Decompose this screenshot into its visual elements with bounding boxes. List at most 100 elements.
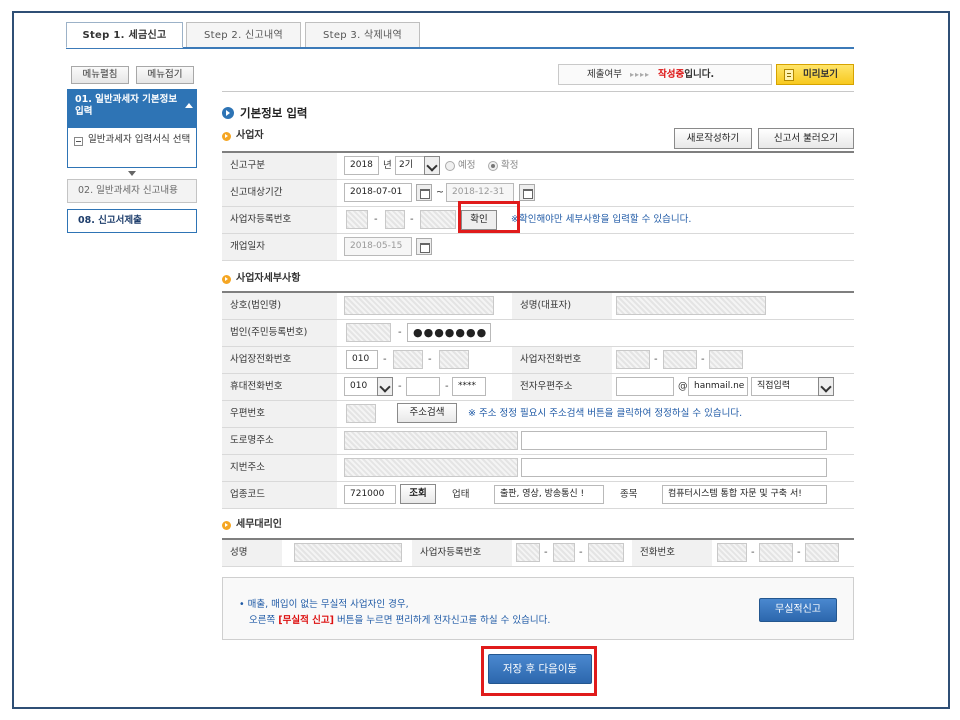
bullet-icon (222, 107, 234, 119)
new-write-button[interactable]: 새로작성하기 (674, 128, 752, 149)
brn-part3-input[interactable] (420, 210, 456, 229)
address-search-button[interactable]: 주소검색 (397, 403, 457, 423)
tab-step3[interactable]: Step 3. 삭제내역 (305, 22, 420, 48)
agent-brn-part3-input[interactable] (588, 543, 624, 562)
section-agent: 세무대리인 (222, 519, 282, 531)
label-agent-brn: 사업자등록번호 (412, 540, 512, 566)
menu-item-submit[interactable]: 08. 신고서제출 (67, 209, 197, 233)
agent-phone-mid-input[interactable] (759, 543, 793, 562)
label-business-type: 업태 (452, 489, 470, 500)
email-at: @ (678, 381, 688, 392)
bullet-icon (222, 521, 231, 530)
highlight-confirm (458, 201, 520, 233)
dash: - (398, 381, 402, 392)
label-lot-address: 지번주소 (222, 455, 337, 481)
tab-underline (66, 47, 854, 49)
agent-brn-part1-input[interactable] (516, 543, 540, 562)
rep-input[interactable] (616, 296, 766, 315)
expand-menu-button[interactable]: 메뉴펼침 (71, 66, 129, 84)
agent-name-input[interactable] (294, 543, 402, 562)
period-select[interactable]: 2기 (395, 156, 425, 175)
brn-part2-input[interactable] (385, 210, 405, 229)
menu-sub-item-label: 일반과세자 입력서식 선택 (88, 134, 191, 145)
chevron-down-icon[interactable] (377, 377, 393, 396)
label-agent-name: 성명 (222, 540, 282, 566)
dash: - (654, 354, 658, 365)
preview-button[interactable]: 미리보기 (776, 64, 854, 85)
dash: - (701, 354, 705, 365)
radio-scheduled[interactable] (445, 161, 455, 171)
label-industry: 업종코드 (222, 482, 337, 508)
row-road-address: 도로명주소 (222, 428, 854, 455)
row-brn: 사업자등록번호 - - 확인 ※확인해야만 세부사항을 입력할 수 있습니다. (222, 207, 854, 234)
email-domain-input[interactable]: hanmail.ne (688, 377, 748, 396)
business-type-input[interactable]: 출판, 영상, 방송통신 ! (494, 485, 604, 504)
bullet-icon (222, 275, 231, 284)
zip-note: ※ 주소 정정 필요시 주소검색 버튼을 클릭하여 정정하실 수 있습니다. (468, 408, 743, 419)
chevron-down-icon[interactable] (818, 377, 834, 396)
arrow-down-icon (128, 171, 136, 176)
year-input[interactable]: 2018 (344, 156, 379, 175)
industry-code-input[interactable]: 721000 (344, 485, 396, 504)
corp-id-part2-input[interactable]: ●●●●●●● (407, 323, 491, 342)
notice-line1: • 매출, 매입이 없는 무실적 사업자인 경우, (239, 599, 409, 610)
no-activity-report-button[interactable]: 무실적신고 (759, 598, 837, 622)
open-date-input[interactable]: 2018-05-15 (344, 237, 412, 256)
corp-id-part1-input[interactable] (346, 323, 391, 342)
menu-item-basic-info[interactable]: 01. 일반과세자 기본정보 입력 (67, 89, 197, 128)
agent-phone-last-input[interactable] (805, 543, 839, 562)
mobile-mid-input[interactable] (406, 377, 440, 396)
collapse-menu-button[interactable]: 메뉴접기 (136, 66, 194, 84)
section-title-text: 기본정보 입력 (240, 106, 308, 120)
mobile-prefix-select[interactable]: 010 (344, 377, 378, 396)
row-lot-address: 지번주소 (222, 455, 854, 482)
dash: - (410, 214, 414, 225)
office-phone-last-input[interactable] (439, 350, 469, 369)
dash: - (374, 214, 378, 225)
date-separator: ~ (436, 187, 444, 198)
label-biz-phone: 사업자전화번호 (512, 347, 612, 373)
label-report-type: 신고구분 (222, 153, 337, 179)
biz-phone-mid-input[interactable] (663, 350, 697, 369)
agent-phone-prefix-input[interactable] (717, 543, 747, 562)
lot-address-input[interactable] (344, 458, 518, 477)
zip-input[interactable] (346, 404, 376, 423)
brn-part1-input[interactable] (346, 210, 368, 229)
office-phone-prefix-input[interactable]: 010 (346, 350, 378, 369)
mobile-last-input[interactable]: **** (452, 377, 486, 396)
agent-table: 성명 사업자등록번호 - - 전화번호 - - (222, 538, 854, 567)
company-input[interactable] (344, 296, 494, 315)
calendar-icon[interactable] (416, 238, 432, 255)
load-report-button[interactable]: 신고서 불러오기 (758, 128, 854, 149)
radio-final[interactable] (488, 161, 498, 171)
notice-line2-pre: 오른쪽 (249, 615, 279, 626)
calendar-icon[interactable] (519, 184, 535, 201)
agent-brn-part2-input[interactable] (553, 543, 575, 562)
biz-phone-last-input[interactable] (709, 350, 743, 369)
item-input[interactable]: 컴퓨터시스템 통합 자문 및 구축 서! (662, 485, 827, 504)
road-address-detail-input[interactable] (521, 431, 827, 450)
lot-address-detail-input[interactable] (521, 458, 827, 477)
biz-phone-prefix-input[interactable] (616, 350, 650, 369)
chevron-down-icon[interactable] (424, 156, 440, 175)
tab-step2[interactable]: Step 2. 신고내역 (186, 22, 301, 48)
label-brn: 사업자등록번호 (222, 207, 337, 233)
email-domain-select[interactable]: 직접입력 (751, 377, 819, 396)
status-arrows: ▸▸▸▸ (629, 70, 651, 79)
menu-sub-item-form-select[interactable]: 일반과세자 입력서식 선택 (67, 128, 197, 168)
status-label: 제출여부 (587, 69, 622, 80)
date-from-input[interactable]: 2018-07-01 (344, 183, 412, 202)
industry-lookup-button[interactable]: 조회 (400, 484, 436, 504)
dash: - (797, 547, 801, 558)
notice-line2-post: 버튼을 누르면 편리하게 전자신고를 하실 수 있습니다. (333, 615, 551, 626)
menu-item-report-content[interactable]: 02. 일반과세자 신고내용 (67, 179, 197, 203)
calendar-icon[interactable] (416, 184, 432, 201)
tab-step1[interactable]: Step 1. 세금신고 (66, 22, 183, 48)
radio-scheduled-label: 예정 (458, 160, 476, 171)
date-to-input[interactable]: 2018-12-31 (446, 183, 514, 202)
office-phone-mid-input[interactable] (393, 350, 423, 369)
email-id-input[interactable] (616, 377, 674, 396)
row-target-period: 신고대상기간 2018-07-01 ~ 2018-12-31 (222, 180, 854, 207)
road-address-input[interactable] (344, 431, 518, 450)
label-open-date: 개업일자 (222, 234, 337, 260)
